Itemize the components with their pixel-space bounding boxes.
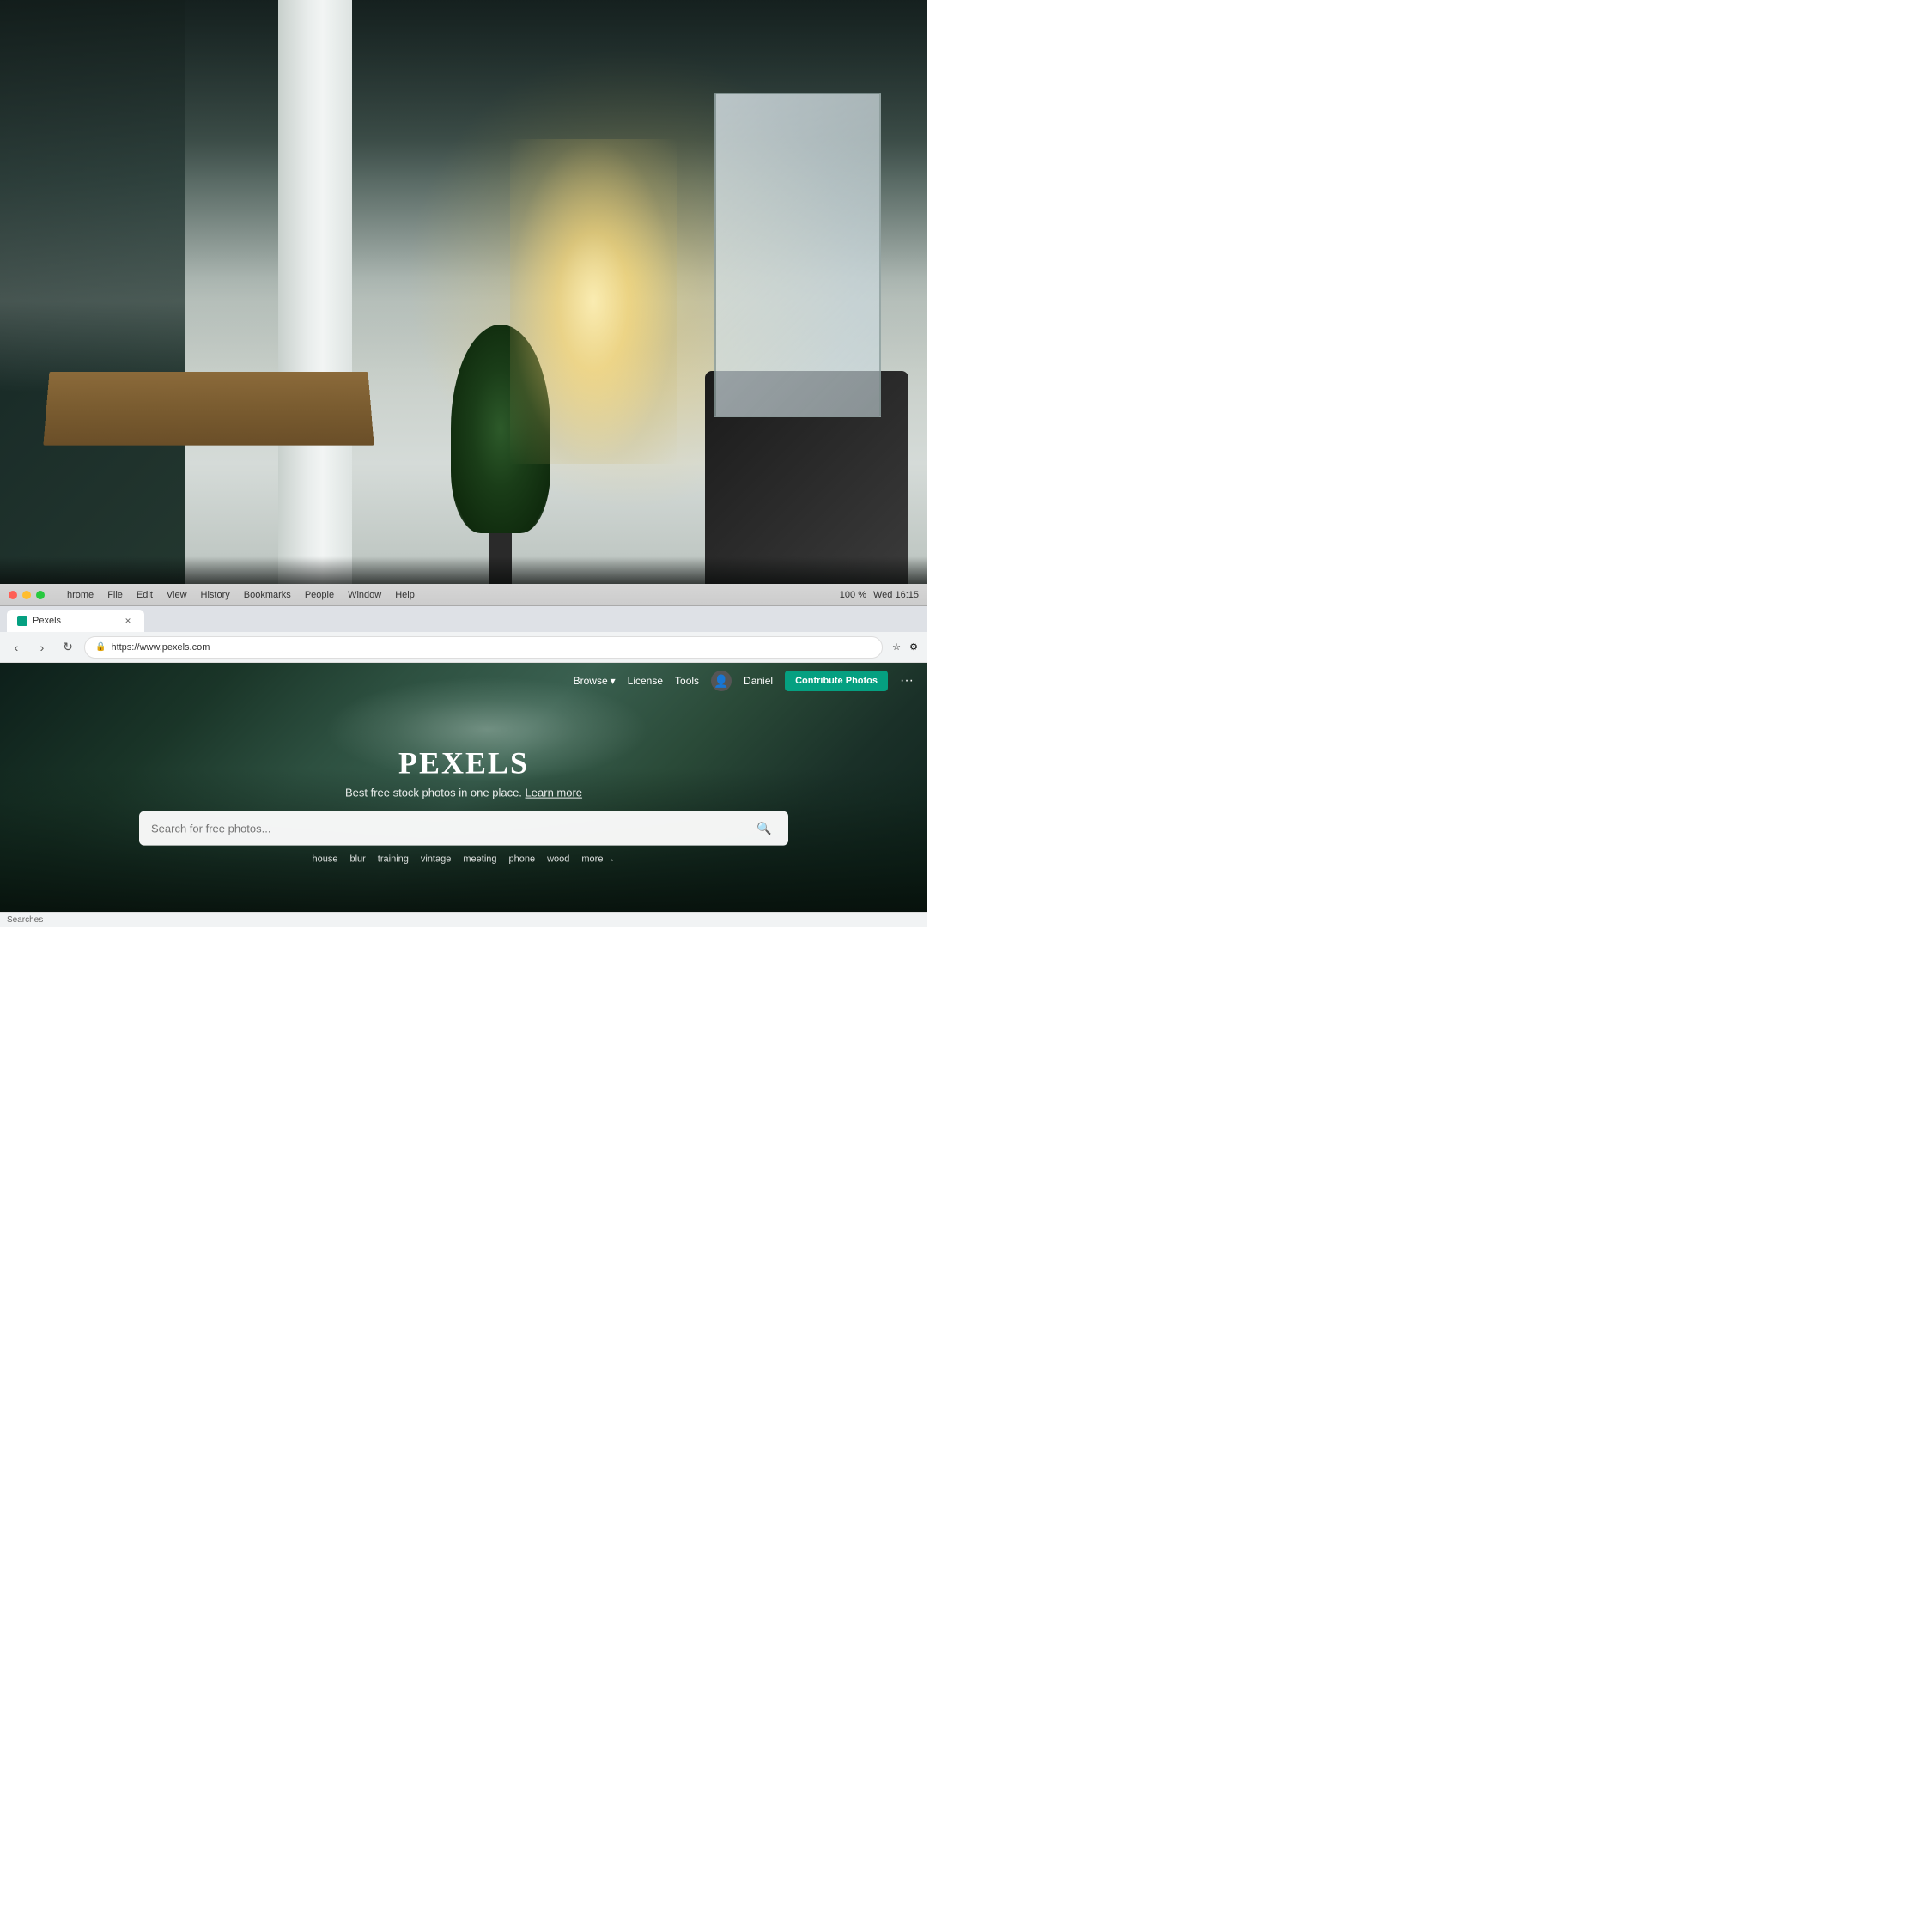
- zoom-level: 100 %: [840, 590, 866, 600]
- secure-icon: 🔒: [95, 642, 106, 652]
- pexels-logo: PEXELS: [139, 745, 788, 781]
- bg-window-glow: [510, 139, 677, 464]
- bg-column: [278, 0, 352, 603]
- status-text: Searches: [7, 915, 43, 925]
- menu-edit[interactable]: Edit: [137, 590, 153, 600]
- address-bar: ‹ › ↻ 🔒 https://www.pexels.com ☆ ⚙: [0, 632, 927, 663]
- menu-bookmarks[interactable]: Bookmarks: [244, 590, 291, 600]
- user-name: Daniel: [744, 675, 773, 687]
- status-bar: Searches: [0, 912, 927, 927]
- reload-button[interactable]: ↻: [58, 638, 77, 657]
- menu-history[interactable]: History: [201, 590, 230, 600]
- nav-browse[interactable]: Browse ▾: [574, 675, 616, 687]
- tab-label: Pexels: [33, 616, 61, 626]
- suggestion-phone[interactable]: phone: [509, 854, 536, 865]
- search-bar[interactable]: 🔍: [139, 811, 788, 846]
- pexels-navbar: Browse ▾ License Tools 👤 Daniel Contribu…: [0, 663, 927, 699]
- pexels-website: Browse ▾ License Tools 👤 Daniel Contribu…: [0, 663, 927, 927]
- browser-window: hrome File Edit View History Bookmarks P…: [0, 584, 927, 927]
- suggestion-house[interactable]: house: [312, 854, 337, 865]
- menu-file[interactable]: File: [107, 590, 123, 600]
- url-bar[interactable]: 🔒 https://www.pexels.com: [84, 636, 883, 659]
- tab-close-button[interactable]: ✕: [122, 615, 134, 627]
- user-avatar[interactable]: 👤: [711, 671, 732, 691]
- pexels-tagline: Best free stock photos in one place. Lea…: [139, 787, 788, 799]
- minimize-window-button[interactable]: [22, 591, 31, 599]
- contribute-photos-button[interactable]: Contribute Photos: [785, 671, 888, 691]
- more-options-button[interactable]: ···: [900, 673, 914, 689]
- active-tab[interactable]: Pexels ✕: [7, 610, 144, 632]
- hero-content: PEXELS Best free stock photos in one pla…: [139, 745, 788, 865]
- suggestion-training[interactable]: training: [378, 854, 409, 865]
- search-suggestions: house blur training vintage meeting phon…: [139, 854, 788, 865]
- menu-bar: hrome File Edit View History Bookmarks P…: [67, 590, 415, 600]
- bookmark-icon[interactable]: ☆: [890, 641, 903, 654]
- bg-window-right: [714, 93, 881, 417]
- extensions-icon[interactable]: ⚙: [907, 641, 920, 654]
- nav-tools[interactable]: Tools: [675, 675, 699, 687]
- search-input[interactable]: [151, 822, 745, 835]
- browse-chevron-icon: ▾: [611, 675, 616, 687]
- nav-links: Browse ▾ License Tools 👤 Daniel Contribu…: [574, 671, 914, 691]
- url-text: https://www.pexels.com: [111, 642, 210, 653]
- monitor-screen: hrome File Edit View History Bookmarks P…: [0, 584, 927, 927]
- search-icon[interactable]: 🔍: [752, 817, 776, 841]
- titlebar-right-info: 100 % Wed 16:15: [840, 590, 919, 600]
- back-button[interactable]: ‹: [7, 638, 26, 657]
- suggestion-more[interactable]: more →: [581, 854, 615, 865]
- learn-more-link[interactable]: Learn more: [526, 787, 582, 799]
- suggestion-blur[interactable]: blur: [349, 854, 365, 865]
- nav-license[interactable]: License: [628, 675, 663, 687]
- menu-view[interactable]: View: [167, 590, 187, 600]
- suggestion-meeting[interactable]: meeting: [463, 854, 496, 865]
- suggestion-vintage[interactable]: vintage: [421, 854, 451, 865]
- forward-button[interactable]: ›: [33, 638, 52, 657]
- browse-label: Browse: [574, 675, 608, 687]
- close-window-button[interactable]: [9, 591, 17, 599]
- tab-bar: Pexels ✕: [0, 606, 927, 632]
- bg-desk: [43, 372, 374, 446]
- menu-chrome[interactable]: hrome: [67, 590, 94, 600]
- titlebar: hrome File Edit View History Bookmarks P…: [0, 584, 927, 606]
- menu-help[interactable]: Help: [395, 590, 415, 600]
- maximize-window-button[interactable]: [36, 591, 45, 599]
- toolbar-icons: ☆ ⚙: [890, 641, 920, 654]
- menu-people[interactable]: People: [305, 590, 334, 600]
- suggestion-wood[interactable]: wood: [547, 854, 569, 865]
- tagline-text: Best free stock photos in one place.: [345, 787, 522, 799]
- menu-window[interactable]: Window: [348, 590, 381, 600]
- clock: Wed 16:15: [873, 590, 919, 600]
- tab-favicon: [17, 616, 27, 626]
